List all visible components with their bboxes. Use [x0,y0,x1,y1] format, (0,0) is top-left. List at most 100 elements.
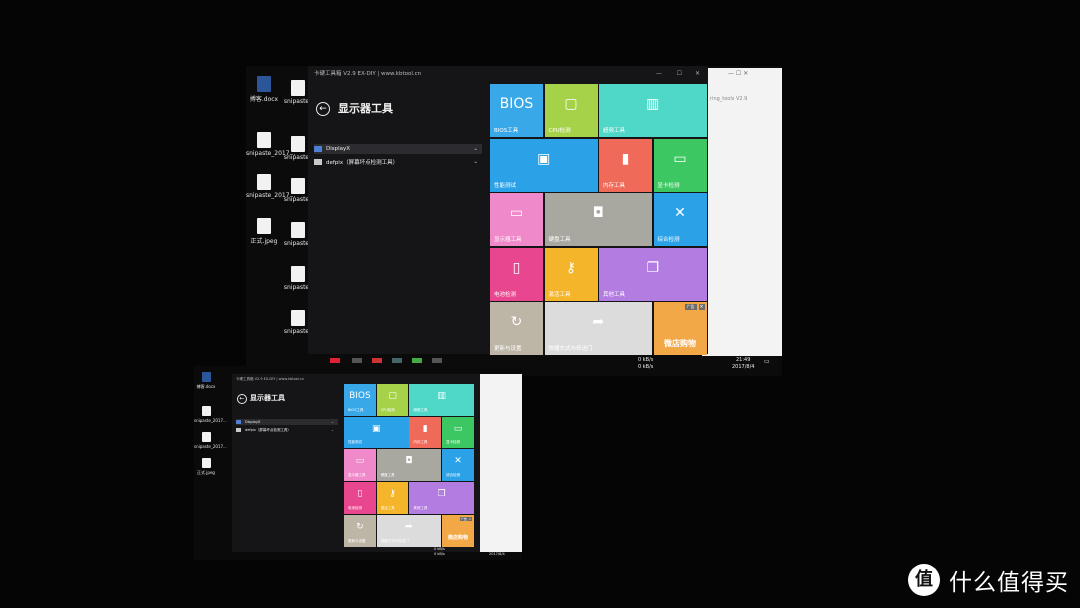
tile-13[interactable]: ↻ 更新与设置 [490,302,543,355]
ad-tile[interactable]: 广告 × 微店购物 [653,302,707,355]
tile-icon: ▥ [646,96,660,113]
taskbar-app-icon[interactable] [372,358,382,363]
image-file-icon [291,80,305,96]
ad-close-icon[interactable]: × [467,516,472,521]
toolbox-app-window: 卡硬工具箱 V2.9 EX-DIY | www.kbtool.cn — ☐ ✕ … [308,66,708,355]
desktop-icon-jpeg[interactable]: 正式.jpeg [246,218,282,245]
tile-11[interactable]: ⚷ 激活工具 [376,482,409,514]
image-file-icon [201,406,211,416]
tile-1[interactable]: BIOS BIOS工具 [490,84,543,137]
tile-icon: ⚷ [389,489,396,500]
tile-label: 显卡检测 [446,440,461,445]
network-upload-speed: 0 kB/s [434,547,445,551]
maximize-button[interactable]: ☐ [677,66,682,82]
taskbar-app-icon[interactable] [432,358,442,363]
tile-icon: ▭ [673,150,687,167]
desktop-icon-label: 搏客.docx [249,96,279,103]
tile-14[interactable]: ➦ 快捷方式与传送门 [376,514,442,547]
tile-icon: ▭ [509,205,524,222]
app-title-bar: 卡硬工具箱 V2.9 EX-DIY | www.kbtool.cn [232,374,480,384]
desktop-icon-label: snipaste_2017... [194,444,227,449]
tile-icon: ➦ [405,521,413,532]
desktop-icon-snipaste[interactable]: snipaste_2017... [246,132,296,157]
tile-10[interactable]: ▯ 电池检测 [344,482,376,514]
explorer-window-controls[interactable]: — ☐ ✕ [728,70,748,77]
app-title-text: 卡硬工具箱 V2.9 EX-DIY | www.kbtool.cn [236,377,305,381]
taskbar-app-icon[interactable] [412,358,422,363]
tile-icon: ▭ [453,423,463,434]
tile-icon: ❐ [646,259,660,276]
tile-label: 内存工具 [603,182,626,189]
tile-icon: ➦ [592,314,605,331]
desktop-icon-snipaste[interactable]: snipaste_2017... [194,406,227,423]
app-title-text: 卡硬工具箱 V2.9 EX-DIY | www.kbtool.cn [314,71,422,77]
notification-icon[interactable]: ▭ [764,358,770,365]
tile-8[interactable]: ◘ 硬盘工具 [544,193,652,246]
tile-3[interactable]: ▥ 超频工具 [599,84,707,137]
tool-item-label: defpix（屏幕坏点检测工具） [245,427,291,432]
tile-11[interactable]: ⚷ 激活工具 [544,247,598,301]
tool-item-defpix[interactable]: defpix（屏幕坏点检测工具） ⌄ [314,157,482,167]
tile-label: CPU检测 [548,128,571,134]
back-arrow-icon[interactable]: ← [237,394,247,404]
tile-4[interactable]: ▣ 性能测试 [490,138,598,192]
main-monitor-screen: 搏客.docx snipaste_2017... snipaste_2017..… [246,66,782,376]
ad-tile[interactable]: 广告 × 微店购物 [442,514,474,547]
tile-label: 硬盘工具 [548,237,571,243]
tile-8[interactable]: ◘ 硬盘工具 [376,449,442,482]
desktop-icon-doc[interactable]: 搏客.docx [246,76,282,103]
desktop-icon-snipaste[interactable]: snipaste_2017... [246,174,295,199]
tile-2[interactable]: ▢ CPU检测 [544,84,598,137]
tile-12[interactable]: ❐ 其他工具 [409,482,474,514]
tile-14[interactable]: ➦ 快捷方式与传送门 [544,302,652,355]
tile-6[interactable]: ▭ 显卡检测 [442,416,474,449]
clock-time[interactable]: 21:49 [492,547,502,551]
word-doc-icon [257,76,271,92]
word-doc-icon [201,372,211,382]
close-button[interactable]: ✕ [695,66,700,82]
clock-date[interactable]: 2017/8/4 [489,552,505,556]
tile-5[interactable]: ▮ 内存工具 [599,138,652,192]
tile-7[interactable]: ▭ 显示器工具 [490,193,543,246]
image-file-icon [201,432,211,442]
tool-item-defpix[interactable]: defpix（屏幕坏点检测工具） ⌄ [236,427,338,433]
tile-5[interactable]: ▮ 内存工具 [409,416,442,449]
desktop-icon-label: 搏客.docx [196,384,216,389]
tile-icon: BIOS [499,96,534,113]
tile-9[interactable]: ✕ 综合检测 [442,449,474,482]
clock-date[interactable]: 2017/8/4 [732,364,754,370]
tile-12[interactable]: ❐ 其他工具 [599,247,707,301]
tile-4[interactable]: ▣ 性能测试 [344,416,409,449]
tile-label: 激活工具 [548,291,571,298]
tile-icon: ▢ [388,391,397,402]
desktop-icon-snipaste[interactable]: snipaste_2017... [194,432,227,449]
file-explorer-window[interactable] [476,374,522,552]
tool-item-displayx[interactable]: DisplayX ⌄ [236,419,338,425]
tile-label: BIOS工具 [348,407,364,412]
tile-2[interactable]: ▢ CPU检测 [376,384,409,416]
desktop-icon-jpeg[interactable]: 正式.jpeg [194,458,218,476]
tile-label: 显示器工具 [494,237,522,243]
taskbar-app-icon[interactable] [352,358,362,363]
tile-1[interactable]: BIOS BIOS工具 [344,384,376,416]
back-arrow-icon[interactable]: ← [316,102,330,116]
tile-icon: ▭ [355,456,365,467]
desktop-icon-doc[interactable]: 搏客.docx [194,372,218,390]
tile-13[interactable]: ↻ 更新与设置 [344,514,376,547]
clock-time[interactable]: 21:49 [736,357,750,363]
tool-item-displayx[interactable]: DisplayX ⌄ [314,144,482,154]
tile-7[interactable]: ▭ 显示器工具 [344,449,376,482]
file-explorer-window[interactable]: ring_tools V2.9 — ☐ ✕ [702,68,782,356]
tile-10[interactable]: ▯ 电池检测 [490,247,543,301]
tile-label: 激活工具 [380,505,395,510]
tile-9[interactable]: ✕ 综合检测 [653,193,707,246]
minimize-button[interactable]: — [656,66,662,82]
tile-6[interactable]: ▭ 显卡检测 [653,138,707,192]
desktop-icon-label: snipaste_2017... [246,150,296,157]
tool-item-label: DisplayX [245,420,261,424]
taskbar-app-icon[interactable] [392,358,402,363]
tile-3[interactable]: ▥ 超频工具 [409,384,474,416]
ad-close-icon[interactable]: × [698,304,705,310]
tile-label: 显示器工具 [348,473,366,478]
taskbar-app-icon[interactable] [330,358,340,363]
